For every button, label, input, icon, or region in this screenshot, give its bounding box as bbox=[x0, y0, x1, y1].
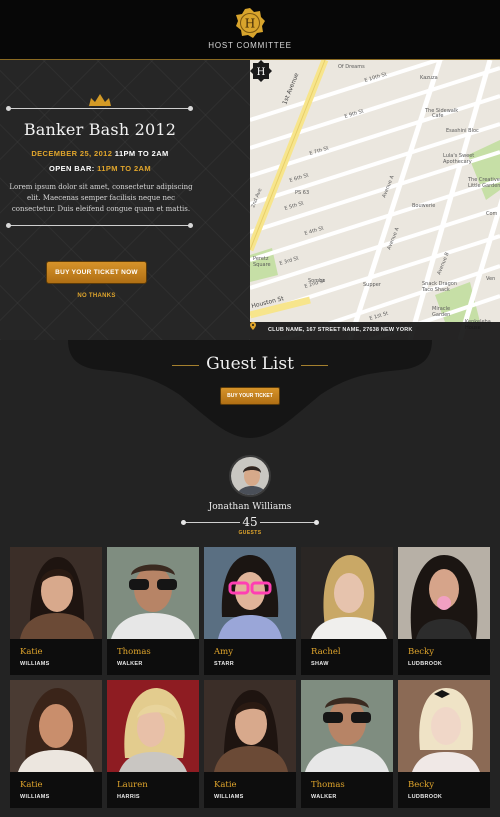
svg-text:Square: Square bbox=[253, 262, 271, 268]
svg-text:Bouwerie: Bouwerie bbox=[412, 203, 435, 209]
open-bar-label: OPEN BAR: bbox=[48, 164, 95, 173]
svg-text:Kazuza: Kazuza bbox=[420, 75, 438, 81]
svg-text:Cafe: Cafe bbox=[432, 113, 443, 119]
title-divider-top bbox=[6, 106, 193, 111]
guest-photo bbox=[301, 547, 393, 639]
guest-photo bbox=[204, 547, 296, 639]
guest-photo bbox=[107, 547, 199, 639]
guest-card[interactable]: Katie WILLIAMS bbox=[10, 547, 102, 675]
guest-last-name: LUDBROOK bbox=[408, 661, 443, 667]
guest-last-name: WILLIAMS bbox=[214, 794, 244, 800]
guest-card[interactable]: Rachel SHAW bbox=[301, 547, 393, 675]
guest-last-name: LUDBROOK bbox=[408, 794, 443, 800]
event-open-bar: OPEN BAR: 11PM TO 2AM bbox=[0, 164, 200, 173]
map-address-bar: CLUB NAME, 167 STREET NAME, 27638 NEW YO… bbox=[250, 322, 500, 340]
guest-first-name: Katie bbox=[214, 780, 237, 790]
event-title: Banker Bash 2012 bbox=[23, 120, 177, 139]
event-date-value: DECEMBER 25, 2012 bbox=[31, 149, 113, 158]
count-line-right bbox=[260, 520, 319, 525]
svg-text:Ven: Ven bbox=[486, 276, 495, 282]
site-header: H HOST COMMITTEE bbox=[0, 0, 500, 60]
guest-count: 45 bbox=[242, 515, 258, 529]
guest-last-name: SHAW bbox=[311, 661, 329, 667]
host-avatar[interactable] bbox=[229, 455, 271, 497]
svg-text:Esashini Bloc: Esashini Bloc bbox=[446, 128, 479, 134]
guest-first-name: Amy bbox=[214, 647, 234, 657]
guest-photo bbox=[204, 680, 296, 772]
guest-last-name: WALKER bbox=[117, 661, 143, 667]
svg-text:Of Dreams: Of Dreams bbox=[338, 64, 365, 70]
guest-list-title: Guest List bbox=[206, 354, 294, 374]
svg-text:H: H bbox=[257, 67, 266, 78]
no-thanks-link[interactable]: NO THANKS bbox=[46, 293, 147, 299]
guest-card[interactable]: Thomas WALKER bbox=[301, 680, 393, 808]
guest-first-name: Rachel bbox=[311, 647, 341, 657]
guest-photo bbox=[398, 680, 490, 772]
guest-photo bbox=[10, 680, 102, 772]
host-committee-logo-icon[interactable]: H bbox=[235, 8, 265, 38]
guest-photo bbox=[10, 547, 102, 639]
svg-text:Apothecary: Apothecary bbox=[443, 159, 472, 165]
guest-card[interactable]: Katie WILLIAMS bbox=[10, 680, 102, 808]
guest-card[interactable]: Amy STARR bbox=[204, 547, 296, 675]
guest-card[interactable]: Lauren HARRIS bbox=[107, 680, 199, 808]
guest-first-name: Becky bbox=[408, 647, 434, 657]
open-bar-time: 11PM TO 2AM bbox=[97, 164, 152, 173]
svg-text:H: H bbox=[245, 17, 255, 31]
title-divider-bottom bbox=[6, 223, 193, 228]
guest-photo bbox=[398, 547, 490, 639]
guest-card[interactable]: Becky LUDBROOK bbox=[398, 680, 490, 808]
svg-text:Taco Shack: Taco Shack bbox=[421, 287, 450, 293]
guest-first-name: Thomas bbox=[117, 647, 151, 657]
guest-count-label: GUESTS bbox=[238, 530, 262, 536]
svg-text:Supper: Supper bbox=[363, 282, 382, 288]
buy-ticket-button-small[interactable]: BUY YOUR TICKET bbox=[220, 387, 280, 405]
guest-last-name: WILLIAMS bbox=[20, 794, 50, 800]
guest-first-name: Thomas bbox=[311, 780, 345, 790]
guest-last-name: STARR bbox=[214, 661, 235, 667]
map-streets: 1st Avenue E 10th St E 9th St E 7th St E… bbox=[250, 60, 500, 340]
guest-photo bbox=[301, 680, 393, 772]
svg-text:PS 63: PS 63 bbox=[295, 190, 309, 196]
venue-map[interactable]: 1st Avenue E 10th St E 9th St E 7th St E… bbox=[250, 60, 500, 340]
guest-first-name: Katie bbox=[20, 647, 43, 657]
host-name: Jonathan Williams bbox=[208, 502, 292, 512]
guest-last-name: WILLIAMS bbox=[20, 661, 50, 667]
map-pin-icon[interactable]: H bbox=[250, 60, 272, 82]
location-pin-icon bbox=[250, 322, 256, 330]
guest-card[interactable]: Becky LUDBROOK bbox=[398, 547, 490, 675]
svg-text:Sombe: Sombe bbox=[308, 278, 325, 284]
guest-first-name: Katie bbox=[20, 780, 43, 790]
guest-last-name: WALKER bbox=[311, 794, 337, 800]
guest-first-name: Becky bbox=[408, 780, 434, 790]
guest-photo bbox=[107, 680, 199, 772]
guest-last-name: HARRIS bbox=[117, 794, 140, 800]
buy-ticket-button[interactable]: BUY YOUR TICKET NOW bbox=[46, 261, 147, 284]
svg-text:Little Garden: Little Garden bbox=[468, 183, 500, 189]
event-description: Lorem ipsum dolor sit amet, consectetur … bbox=[9, 183, 193, 213]
crown-icon bbox=[89, 94, 111, 106]
guest-card[interactable]: Thomas WALKER bbox=[107, 547, 199, 675]
map-address: CLUB NAME, 167 STREET NAME, 27638 NEW YO… bbox=[268, 327, 413, 333]
guest-first-name: Lauren bbox=[117, 780, 148, 790]
brand-name: HOST COMMITTEE bbox=[208, 41, 292, 50]
guest-card[interactable]: Katie WILLIAMS bbox=[204, 680, 296, 808]
event-time: 11PM TO 2AM bbox=[114, 149, 169, 158]
svg-text:Garden: Garden bbox=[432, 312, 450, 318]
event-date: DECEMBER 25, 2012 11PM TO 2AM bbox=[0, 149, 200, 158]
title-line-right bbox=[301, 365, 328, 366]
event-panel: Banker Bash 2012 DECEMBER 25, 2012 11PM … bbox=[0, 60, 250, 340]
svg-text:Com: Com bbox=[486, 211, 498, 217]
